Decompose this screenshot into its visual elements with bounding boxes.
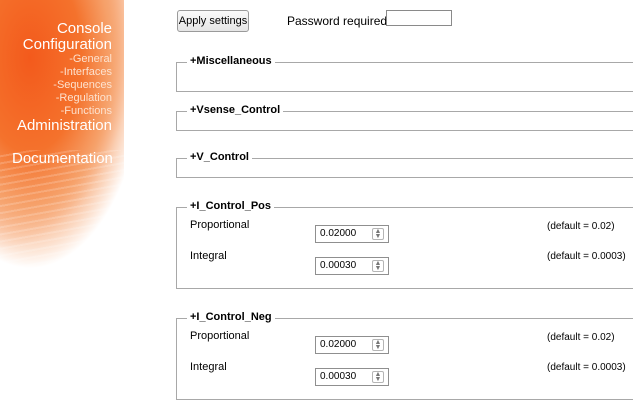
nav-sequences[interactable]: -Sequences: [0, 79, 112, 92]
nav-configuration[interactable]: Configuration: [0, 37, 112, 53]
nav-interfaces[interactable]: -Interfaces: [0, 66, 112, 79]
proportional-spinner[interactable]: 0.02000 ▲ ▼: [315, 225, 389, 243]
section-i-control-neg: +I_Control_Neg Proportional 0.02000 ▲ ▼ (…: [176, 311, 633, 400]
proportional-spinner[interactable]: 0.02000 ▲ ▼: [315, 336, 389, 354]
integral-spinner[interactable]: 0.00030 ▲ ▼: [315, 257, 389, 275]
up-down-arrows-icon[interactable]: ▲ ▼: [372, 339, 384, 351]
proportional-default: (default = 0.02): [547, 332, 615, 343]
section-i-control-pos-toggle[interactable]: +I_Control_Pos: [187, 200, 274, 212]
integral-label: Integral: [190, 250, 227, 262]
section-v-control-toggle[interactable]: +V_Control: [187, 151, 252, 163]
password-input[interactable]: [386, 10, 452, 26]
up-down-arrows-icon[interactable]: ▲ ▼: [372, 371, 384, 383]
proportional-value: 0.02000: [320, 339, 357, 350]
sidebar-decoration: [0, 150, 130, 270]
up-down-arrows-icon[interactable]: ▲ ▼: [372, 260, 384, 272]
proportional-value: 0.02000: [320, 228, 357, 239]
integral-spinner[interactable]: 0.00030 ▲ ▼: [315, 368, 389, 386]
integral-default: (default = 0.0003): [547, 362, 626, 373]
nav-general[interactable]: -General: [0, 53, 112, 66]
section-i-control-pos: +I_Control_Pos Proportional 0.02000 ▲ ▼ (…: [176, 200, 633, 289]
section-miscellaneous: +Miscellaneous: [176, 55, 633, 92]
section-v-control: +V_Control: [176, 151, 633, 178]
proportional-label: Proportional: [190, 219, 250, 231]
nav-regulation[interactable]: -Regulation: [0, 92, 112, 105]
sidebar: Console Configuration -General -Interfac…: [0, 0, 130, 270]
section-miscellaneous-toggle[interactable]: +Miscellaneous: [187, 55, 275, 67]
proportional-default: (default = 0.02): [547, 221, 615, 232]
apply-settings-button[interactable]: Apply settings: [177, 10, 249, 32]
nav-administration[interactable]: Administration: [0, 118, 112, 134]
nav-documentation[interactable]: Documentation: [12, 150, 113, 167]
sidebar-nav: Console Configuration -General -Interfac…: [0, 21, 112, 134]
section-vsense-control-toggle[interactable]: +Vsense_Control: [187, 104, 284, 116]
section-vsense-control: +Vsense_Control: [176, 104, 633, 131]
integral-value: 0.00030: [320, 371, 357, 382]
integral-label: Integral: [190, 361, 227, 373]
nav-console[interactable]: Console: [0, 21, 112, 37]
password-label: Password required:: [287, 14, 391, 28]
integral-value: 0.00030: [320, 260, 357, 271]
section-i-control-neg-toggle[interactable]: +I_Control_Neg: [187, 311, 275, 323]
up-down-arrows-icon[interactable]: ▲ ▼: [372, 228, 384, 240]
integral-default: (default = 0.0003): [547, 251, 626, 262]
proportional-label: Proportional: [190, 330, 250, 342]
